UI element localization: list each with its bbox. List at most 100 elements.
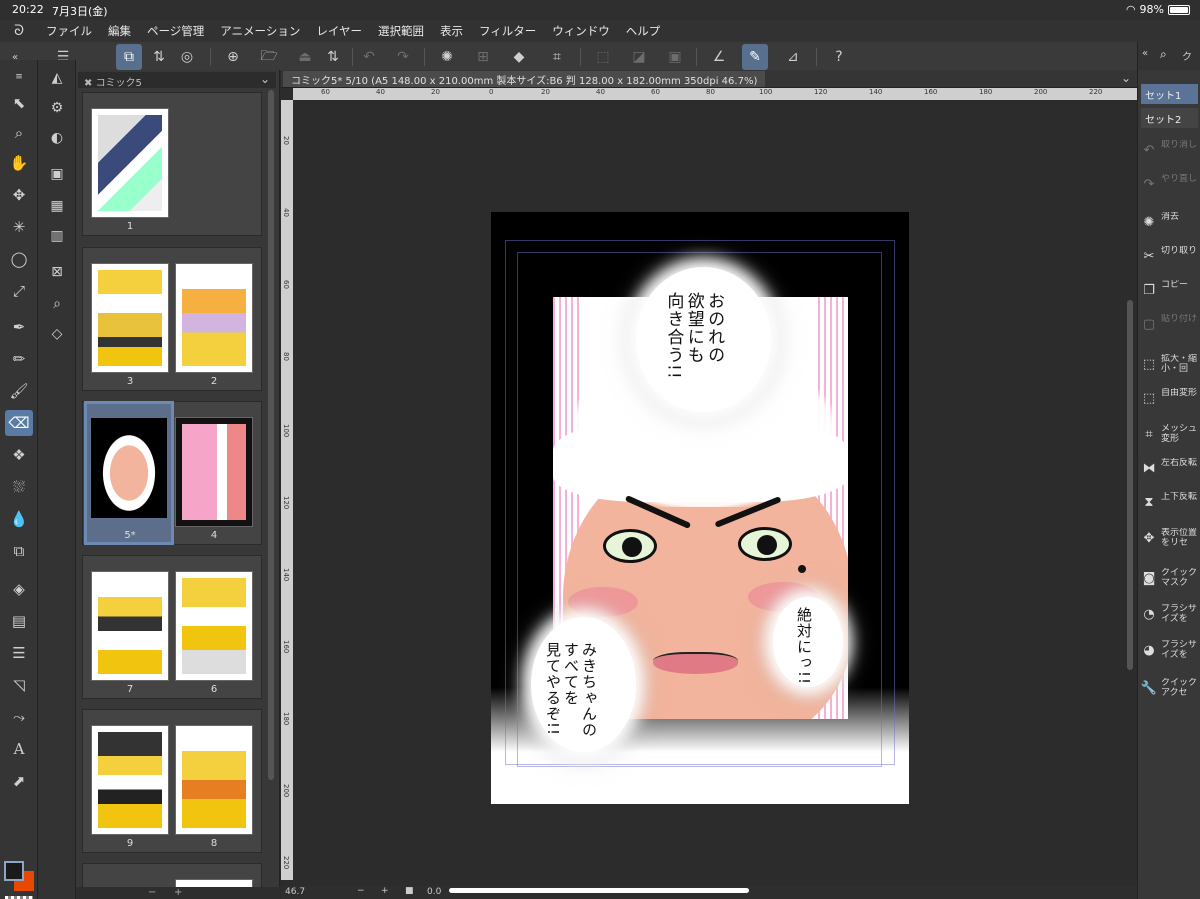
menu-file[interactable]: ファイル [38,23,100,39]
new-icon[interactable]: ⊕ [220,44,246,70]
invert-selection-icon[interactable]: ◪ [626,44,652,70]
tone-icon[interactable]: ▦ [45,194,69,218]
rotate-value[interactable]: 0.0 [427,887,441,897]
page-thumbnail[interactable] [91,571,169,681]
cmd-copy[interactable]: ❐ コピー [1140,274,1199,308]
page-manager-scrollbar[interactable] [268,90,274,780]
mask-icon[interactable]: ⊠ [45,260,69,284]
zoom-in-button[interactable]: + [381,886,389,896]
film-icon[interactable]: ▥ [45,224,69,248]
airbrush-icon[interactable]: ⛆ [5,474,33,500]
fill-icon[interactable]: ◆ [506,44,532,70]
cmd-flip-v[interactable]: ⧗ 上下反転 [1140,486,1199,520]
cmd-redo[interactable]: ↷ やり直し [1140,168,1199,202]
grid-snap-icon[interactable]: ⊿ [780,44,806,70]
correct-line-icon[interactable]: ⬈ [5,768,33,794]
menu-view[interactable]: 表示 [432,23,471,39]
page-thumbnail[interactable] [91,108,169,218]
menu-page[interactable]: ページ管理 [139,23,212,39]
cmd-quick-mask[interactable]: ◙ クイックマスク [1140,562,1199,596]
pencil-tool-icon[interactable]: ✏ [5,346,33,372]
cmd-brush-size-down[interactable]: ◕ ブラシサイズを [1140,634,1199,668]
collapse-right-icon[interactable]: « [1142,48,1148,59]
page-thumbnail[interactable] [175,263,253,373]
layer-fill-icon[interactable]: ◭ [45,66,69,90]
figure-tool-icon[interactable]: ⧉ [5,538,33,564]
set-tab-2[interactable]: セット2 [1141,108,1198,128]
layer-stack-icon[interactable]: ▣ [45,162,69,186]
zoom-value[interactable]: 46.7 [285,887,305,897]
cmd-quick-access[interactable]: 🔧 クイックアクセ [1140,672,1199,706]
pen-tool-icon[interactable]: ✒ [5,314,33,340]
layers-icon[interactable]: ◇ [45,322,69,346]
layer-gear-icon[interactable]: ⚙ [45,96,69,120]
zoom-tool-icon[interactable]: ⌕ [5,120,33,146]
cmd-brush-size-up[interactable]: ◔ ブラシサイズを [1140,598,1199,632]
zoom-in-icon[interactable]: + [174,887,182,898]
menu-animation[interactable]: アニメーション [212,23,308,39]
chevron-down-icon[interactable]: ⌄ [260,72,270,86]
main-color-swatch[interactable] [4,861,24,881]
gradient-tool-icon[interactable]: ▤ [5,608,33,634]
menu-selection[interactable]: 選択範囲 [370,23,432,39]
decoration-tool-icon[interactable]: ❖ [5,442,33,468]
manga-page[interactable]: おのれの 欲望にも 向き合う!! みきちゃんの すべてを 見てやるぞ!! 絶対に… [491,212,909,804]
frame-border-icon[interactable]: ☰ [5,640,33,666]
page-thumbnail[interactable] [91,725,169,835]
cmd-mesh[interactable]: ⌗ メッシュ変形 [1140,418,1199,452]
cmd-flip-h[interactable]: ⧓ 左右反転 [1140,452,1199,486]
operation-tool-icon[interactable]: ⬉ [5,90,33,116]
transfer-icon[interactable]: ⊞ [470,44,496,70]
open-icon[interactable]: 🗁 [256,44,282,70]
undo-icon[interactable]: ↶ [356,44,382,70]
zoom-out-icon[interactable]: − [148,887,156,898]
cmd-cut[interactable]: ✂ 切り取り [1140,240,1199,274]
eraser-tool-icon[interactable]: ⌫ [5,410,33,436]
page-thumbnail[interactable] [175,417,253,527]
cmd-free-transform[interactable]: ⬚ 自由変形 [1140,382,1199,416]
blend-tool-icon[interactable]: 💧 [5,506,33,532]
menu-layer[interactable]: レイヤー [308,23,370,39]
deselect-icon[interactable]: ⬚ [590,44,616,70]
text-tool-icon[interactable]: A [5,736,33,762]
selection-border-icon[interactable]: ▣ [662,44,688,70]
cmd-undo[interactable]: ↶ 取り消し [1140,134,1199,168]
layout-icon[interactable]: ◎ [174,44,200,70]
hand-tool-icon[interactable]: ✋ [5,150,33,176]
page-thumbnail-selected[interactable] [84,401,174,545]
ruler-tool-icon[interactable]: ◹ [5,672,33,698]
cmd-clear[interactable]: ✺ 消去 [1140,206,1199,240]
menu-window[interactable]: ウィンドウ [544,23,618,39]
save-icon[interactable]: ⏏ [292,44,318,70]
special-ruler-snap-icon[interactable]: ✎ [742,44,768,70]
search-icon[interactable]: ⌕ [1160,47,1167,62]
auto-select-icon[interactable]: ✳ [5,214,33,240]
menu-filter[interactable]: フィルター [471,23,544,39]
ruler-snap-icon[interactable]: ∠ [706,44,732,70]
layer-search-icon[interactable]: ⌕ [45,292,69,316]
transform-icon[interactable]: ⌗ [544,44,570,70]
page-thumbnail[interactable] [175,571,253,681]
page-thumbnail[interactable] [175,725,253,835]
palette-menu-icon[interactable]: ≡ [5,64,33,90]
layer-eraser-icon[interactable]: ◐ [45,126,69,150]
balloon-tool-icon[interactable]: ⤳ [5,704,33,730]
page-thumbnail[interactable] [91,263,169,373]
sort-icon[interactable]: ⇅ [146,44,172,70]
cmd-reset-view[interactable]: ✥ 表示位置をリセ [1140,522,1199,556]
menu-edit[interactable]: 編集 [100,23,139,39]
clip-studio-logo-icon[interactable]: ᘐ [0,23,38,39]
set-tab-1[interactable]: セット1 [1141,84,1198,104]
help-icon[interactable]: ? [826,44,852,70]
brush-tool-icon[interactable]: 🖌 [5,378,33,404]
menu-help[interactable]: ヘルプ [618,23,669,39]
page-manager-tab[interactable]: ✖ コミック5 ⌄ [78,72,276,89]
redo-icon[interactable]: ↷ [390,44,416,70]
canvas-scrollbar[interactable] [1127,300,1133,670]
zoom-out-button[interactable]: − [357,886,365,896]
cmd-scale[interactable]: ⬚ 拡大・縮小・回 [1140,348,1199,382]
stop-icon[interactable]: ■ [405,886,414,896]
page-manager-icon[interactable]: ⧉ [116,44,142,70]
lasso-icon[interactable]: ◯ [5,246,33,272]
eyedropper-icon[interactable]: ⤢ [5,278,33,304]
